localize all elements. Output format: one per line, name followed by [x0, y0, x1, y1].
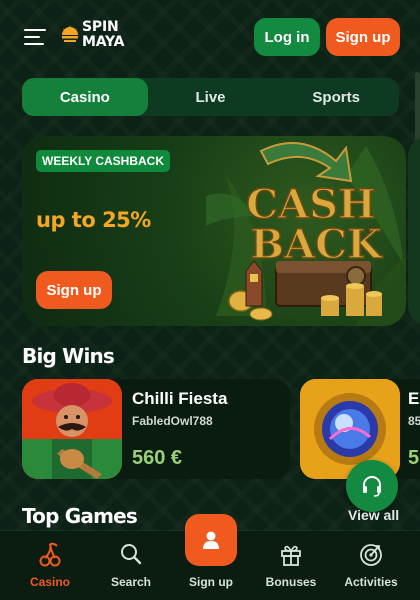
nav-activities[interactable]: Activities [329, 531, 413, 600]
target-icon [360, 544, 382, 566]
view-all-link[interactable]: View all [348, 507, 399, 523]
app-frame: SPIN MAYA Log in Sign up Casino Live Spo… [0, 0, 420, 600]
chilli-fiesta-thumbnail [22, 379, 122, 479]
art-line-2: BACK [250, 221, 383, 268]
nav-activities-label: Activities [344, 575, 398, 589]
next-promo-peek[interactable] [408, 136, 420, 326]
logo-sun-icon [62, 25, 78, 42]
category-tabs: Casino Live Sports [22, 78, 399, 116]
nav-bonuses[interactable]: Bonuses [249, 531, 333, 600]
tab-casino[interactable]: Casino [22, 78, 148, 116]
cashback-illustration: CASH BACK [206, 142, 406, 326]
big-win-card[interactable]: Chilli Fiesta FabledOwl788 560 € [22, 379, 290, 479]
gift-icon [281, 545, 301, 566]
nav-search-label: Search [110, 575, 152, 589]
win-username: 85 [408, 414, 420, 428]
tab-sports[interactable]: Sports [273, 78, 399, 116]
spin-maya-logo[interactable]: SPIN MAYA [60, 20, 140, 54]
support-chat-button[interactable] [346, 460, 398, 512]
search-icon [121, 544, 142, 565]
header: SPIN MAYA Log in Sign up [0, 0, 420, 72]
promo-headline: up to 25% [36, 208, 151, 232]
win-amount: 5 [408, 447, 420, 469]
cashback-promo-banner[interactable]: CASH BACK WEEKLY CASHBACK up to 25% Sign… [22, 136, 406, 326]
nav-casino-label: Casino [29, 575, 70, 589]
top-games-title: Top Games [22, 504, 138, 528]
nav-search[interactable]: Search [89, 531, 173, 600]
logo-line-1: SPIN [82, 19, 119, 35]
nav-signup-label: Sign up [189, 575, 233, 589]
win-game-name: Chilli Fiesta [132, 389, 228, 408]
cherries-icon [39, 542, 61, 567]
weekly-cashback-badge: WEEKLY CASHBACK [36, 150, 171, 172]
signup-fab-button[interactable] [185, 514, 237, 566]
nav-bonuses-label: Bonuses [265, 575, 317, 589]
logo-line-2: MAYA [82, 34, 125, 50]
nav-casino[interactable]: Casino [8, 531, 92, 600]
user-icon [203, 531, 219, 549]
login-button[interactable]: Log in [254, 18, 320, 56]
big-wins-title: Big Wins [22, 344, 115, 368]
win-username: FabledOwl788 [132, 414, 213, 428]
headset-icon [363, 476, 381, 497]
tab-live[interactable]: Live [148, 78, 274, 116]
hamburger-menu-icon[interactable] [24, 29, 46, 45]
win-amount: 560 € [132, 447, 183, 469]
promo-signup-button[interactable]: Sign up [36, 271, 112, 309]
mariachi-character-icon [22, 379, 122, 479]
win-game-name: E [408, 389, 420, 408]
signup-button[interactable]: Sign up [326, 18, 400, 56]
